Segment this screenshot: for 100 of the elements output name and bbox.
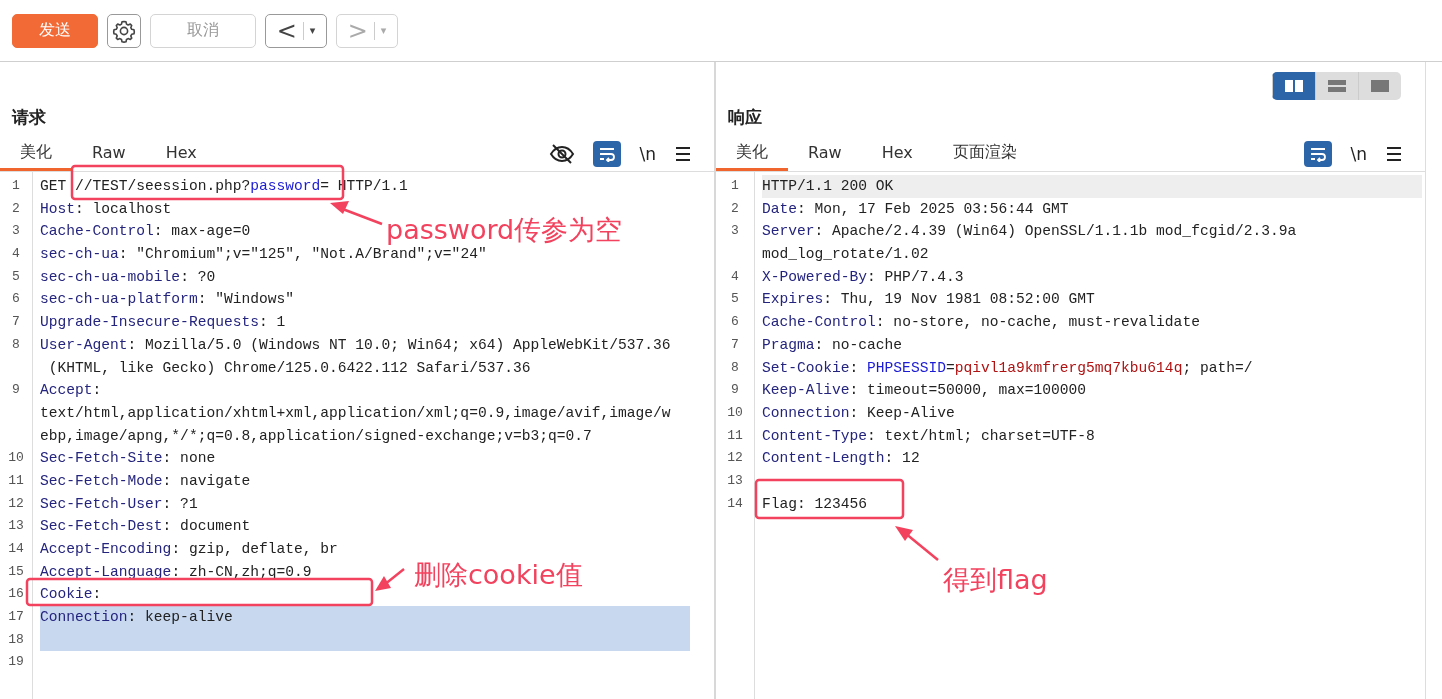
- code-text: : Apache/2.4.39 (Win64) OpenSSL/1.1.1b mod_fcgid/2.3.9a: [814, 223, 1297, 240]
- line-number: 5: [12, 268, 20, 284]
- line-number: 11: [8, 472, 24, 488]
- header-name: Upgrade-Insecure-Requests: [40, 314, 259, 331]
- code-text: :: [849, 359, 860, 376]
- code-text: text/html,application/xhtml+xml,application/xml;q=0.9,image/avif,image/w: [40, 404, 671, 421]
- tab[interactable]: Hex: [861, 136, 933, 171]
- code-text: : PHP/7.4.3: [867, 268, 964, 285]
- line-number: 8: [731, 359, 739, 375]
- parameter-name: PHPSESSID: [867, 359, 946, 376]
- line-number: 2: [12, 200, 20, 216]
- code-text: : ?1: [162, 495, 198, 512]
- settings-icon: [112, 18, 136, 43]
- back-button[interactable]: < ▾: [265, 13, 327, 48]
- code-text: : Keep-Alive: [849, 404, 955, 421]
- wrap-icon: [598, 145, 617, 162]
- header-name: Cookie: [40, 586, 93, 603]
- code-text: =: [945, 359, 955, 376]
- code-text: : ?0: [180, 268, 216, 285]
- tab[interactable]: Raw: [72, 136, 146, 171]
- code-text: : timeout=50000, max=100000: [849, 382, 1087, 399]
- line-number: 16: [8, 586, 24, 602]
- code-text: : none: [162, 450, 216, 467]
- annotation-text: password传参为空: [386, 213, 623, 247]
- line-number: 10: [8, 450, 24, 466]
- tab[interactable]: Hex: [145, 136, 217, 171]
- header-name: Set-Cookie: [762, 359, 850, 376]
- pane-title: 响应: [727, 106, 763, 129]
- code-text: : no-store, no-cache, must-revalidate: [875, 314, 1200, 331]
- arrow: [330, 201, 383, 226]
- code-text: : Mon, 17 Feb 2025 03:56:44 GMT: [797, 200, 1069, 217]
- header-name: Sec-Fetch-User: [40, 495, 163, 512]
- code-text: : 12: [884, 450, 920, 467]
- line-number: 12: [727, 450, 743, 466]
- wrap-toggle[interactable]: [1304, 140, 1333, 167]
- line-number: 7: [731, 336, 739, 352]
- settings-button[interactable]: [107, 13, 141, 48]
- header-name: Server: [762, 223, 815, 240]
- header-name: Content-Type: [762, 427, 868, 444]
- line-number: 18: [8, 631, 24, 647]
- menu-icon[interactable]: [1385, 145, 1403, 162]
- header-name: Cache-Control: [40, 223, 154, 240]
- annotation-text: 得到flag: [943, 563, 1048, 597]
- header-name: Cache-Control: [762, 314, 876, 331]
- line-number: 8: [12, 336, 20, 352]
- header-name: Expires: [762, 291, 824, 308]
- hidden-eye-icon[interactable]: [549, 142, 576, 165]
- line-number: 10: [727, 404, 743, 420]
- tab[interactable]: 美化: [0, 136, 72, 171]
- line-number: 1: [12, 178, 20, 193]
- line-number: 3: [12, 223, 20, 239]
- tab[interactable]: Raw: [788, 136, 862, 171]
- line-number: 12: [8, 495, 24, 511]
- header-name: Keep-Alive: [762, 382, 850, 399]
- line-number: 11: [727, 427, 743, 443]
- code-text: : localhost: [75, 200, 172, 217]
- tab[interactable]: 页面渲染: [932, 136, 1037, 171]
- code-text: Flag: 123456: [762, 495, 868, 512]
- header-name: Connection: [40, 609, 128, 626]
- code-text: : document: [162, 518, 251, 535]
- rows-icon: [1327, 79, 1347, 93]
- line-number: 4: [731, 268, 739, 284]
- wrap-icon: [1309, 145, 1328, 162]
- line-number: 13: [727, 472, 743, 488]
- tab[interactable]: 美化: [716, 136, 788, 171]
- line-number: 1: [731, 178, 739, 193]
- code-text: : navigate: [162, 472, 251, 489]
- header-name: Accept-Language: [40, 563, 172, 580]
- pane-title: 请求: [10, 106, 47, 129]
- code-text: : max-age=0: [153, 223, 251, 240]
- header-name: Connection: [762, 404, 850, 421]
- layout-option[interactable]: [1272, 72, 1315, 100]
- header-name: Content-Length: [762, 450, 885, 467]
- header-name: Sec-Fetch-Dest: [40, 518, 163, 535]
- annotation-text: 删除cookie值: [414, 558, 583, 592]
- single-view-icon: [1370, 79, 1390, 93]
- code-text: : "Windows": [197, 291, 294, 308]
- line-number: 3: [731, 223, 739, 239]
- menu-icon[interactable]: [674, 145, 692, 162]
- columns-icon: [1284, 79, 1304, 93]
- code-text: (KHTML, like Gecko) Chrome/125.0.6422.112 Safari/537.36: [47, 359, 531, 376]
- line-number: 7: [12, 314, 20, 330]
- newline-toggle[interactable]: \n: [1350, 143, 1367, 164]
- header-name: Pragma: [762, 336, 815, 353]
- line-number: 14: [8, 541, 24, 556]
- header-name: User-Agent: [40, 336, 128, 353]
- header-name: Host: [40, 200, 76, 217]
- header-name: sec-ch-ua-mobile: [40, 268, 181, 285]
- code-text: : "Chromium";v="125", "Not.A/Brand";v="24": [118, 246, 487, 263]
- newline-toggle[interactable]: \n: [639, 143, 656, 164]
- line-number: 5: [731, 291, 739, 307]
- line-number: 15: [8, 563, 24, 579]
- code-text: :: [92, 586, 102, 603]
- cookie-value: pqivl1a9kmfrerg5mq7kbu614q: [954, 359, 1183, 376]
- wrap-toggle[interactable]: [593, 140, 622, 167]
- line-number: 9: [12, 382, 20, 398]
- code-text: GET //TEST/seession.php?: [40, 178, 251, 194]
- code-text: ; path=/: [1182, 359, 1253, 376]
- header-name: X-Powered-By: [762, 268, 868, 285]
- code-text: :: [92, 382, 102, 399]
